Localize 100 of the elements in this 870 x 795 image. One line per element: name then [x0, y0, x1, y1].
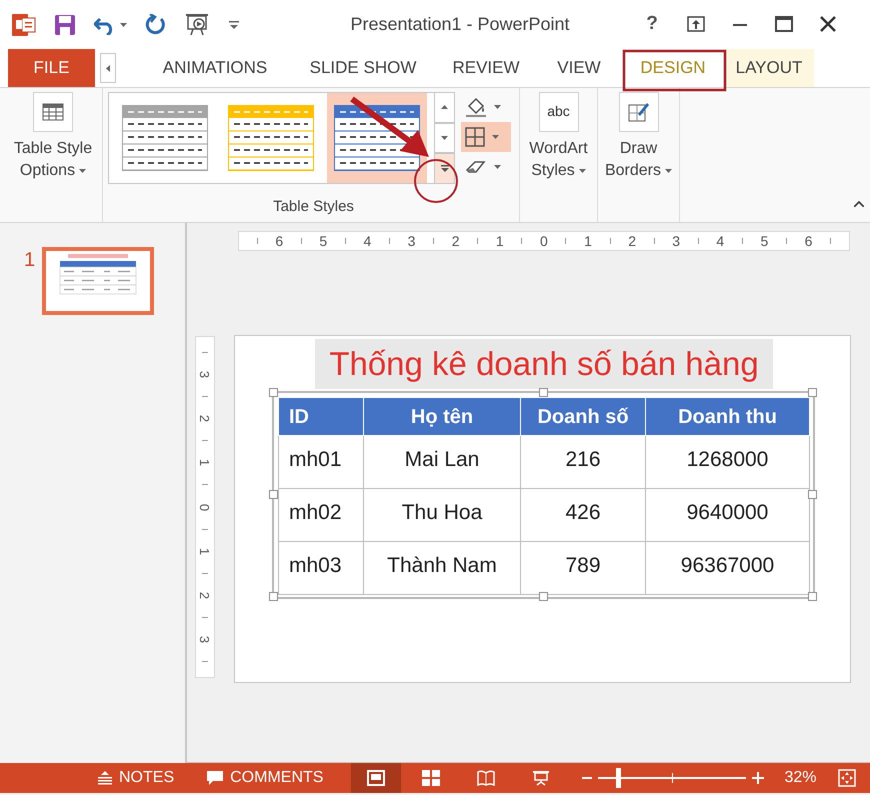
normal-view-icon [367, 770, 386, 786]
zoom-level: 32% [784, 768, 816, 788]
ruler-number: 4 [716, 234, 724, 248]
view-button[interactable] [351, 763, 402, 793]
column-header: Doanh thu [646, 398, 810, 436]
ruler-number: 3 [672, 234, 680, 248]
group-label: Table Styles [273, 196, 354, 216]
table-cell: mh03 [278, 542, 364, 594]
ruler-number: 0 [198, 503, 212, 511]
customize-icon[interactable] [229, 20, 239, 30]
table-cell: 1268000 [646, 436, 810, 488]
ruler-number: 0 [540, 234, 548, 248]
ruler-number: 3 [408, 234, 416, 248]
caret-icon [578, 169, 586, 174]
table-cell: 96367000 [646, 542, 810, 594]
caret-icon [79, 169, 86, 174]
zoom-in-icon[interactable] [752, 772, 764, 784]
resize-handle[interactable] [808, 592, 817, 601]
table-cell: mh01 [278, 436, 364, 488]
table-cell: mh02 [278, 488, 364, 542]
ruler-number: 1 [496, 234, 504, 248]
pen-grid-icon [628, 101, 650, 123]
table-cell: Thu Hoa [364, 488, 520, 542]
eraser-icon [465, 159, 487, 175]
ruler-number: 6 [804, 234, 812, 248]
caret-up-icon [441, 105, 448, 110]
resize-handle[interactable] [538, 388, 548, 397]
table-cell: Thành Nam [364, 542, 520, 594]
caret-icon [494, 105, 501, 109]
scroll-down-button[interactable] [435, 122, 455, 154]
expand-icon [440, 165, 448, 172]
column-header: Doanh số [520, 398, 646, 436]
maximize-icon[interactable] [775, 16, 793, 32]
table-cell: 426 [520, 488, 646, 542]
draw-borders-button[interactable]: Draw Borders [600, 88, 678, 183]
fit-to-window-icon[interactable] [838, 768, 856, 787]
ribbon-tab[interactable]: LAYOUT [724, 49, 814, 87]
file-tab[interactable]: FILE [8, 49, 95, 87]
ruler-number: 1 [198, 548, 212, 555]
slider-thumb[interactable] [616, 768, 621, 788]
table-cell: Mai Lan [364, 436, 520, 488]
resize-handle[interactable] [269, 592, 278, 601]
resize-handle[interactable] [269, 490, 278, 499]
borders-button[interactable] [461, 122, 511, 152]
wordart-styles-button[interactable]: abc WordArt Styles [522, 88, 594, 183]
table-cell: 9640000 [646, 488, 810, 542]
borders-icon [465, 127, 485, 147]
ruler-number: 6 [275, 234, 284, 248]
slide-sorter-icon [422, 770, 440, 786]
column-header: Họ tên [364, 398, 520, 436]
ruler-number: 1 [584, 234, 592, 248]
more-styles-button[interactable] [435, 153, 455, 184]
comments-button[interactable]: COMMENTS [206, 763, 324, 793]
caret-down-icon [441, 136, 448, 140]
table-icon [42, 103, 64, 121]
ruler-number: 5 [319, 234, 328, 248]
ruler-number: 2 [452, 234, 460, 248]
window-title: Presentation1 - PowerPoint [350, 14, 570, 34]
comment-icon [206, 770, 224, 786]
resize-handle[interactable] [538, 592, 548, 601]
ruler-number: 2 [198, 592, 212, 599]
resize-handle[interactable] [808, 388, 817, 397]
app-icon [12, 14, 36, 36]
table-cell: 216 [520, 436, 646, 488]
slide-thumbnail[interactable] [42, 247, 154, 315]
resize-handle[interactable] [269, 388, 278, 397]
reading-view-icon [477, 770, 496, 786]
annotation-circle [414, 159, 458, 203]
zoom-slider[interactable] [598, 768, 746, 788]
slide-number: 1 [24, 248, 36, 273]
ribbon-display-icon[interactable] [687, 16, 705, 32]
notes-button[interactable]: NOTES [97, 763, 174, 793]
slide-show-icon [532, 770, 550, 786]
help-button[interactable]: ? [630, 10, 674, 39]
ruler-number: 1 [198, 459, 212, 466]
table-style-options-button[interactable]: Table Style Options [6, 88, 100, 183]
caret-icon [494, 165, 501, 169]
notes-icon [97, 771, 113, 785]
resize-handle[interactable] [808, 490, 817, 499]
ruler-number: 2 [628, 234, 636, 248]
scroll-up-button[interactable] [435, 92, 455, 123]
save-icon[interactable] [54, 14, 76, 36]
column-header: ID [278, 398, 364, 436]
collapse-ribbon-icon[interactable] [854, 200, 864, 207]
ruler-number: 3 [198, 371, 212, 378]
close-icon[interactable] [819, 15, 837, 34]
slide-title: Thống kê doanh số bán hàng [315, 339, 773, 389]
caret-left-icon [106, 64, 110, 72]
caret-icon [665, 169, 672, 174]
ruler-number: 3 [198, 636, 212, 643]
ruler-number: 4 [364, 234, 372, 248]
redo-icon[interactable] [145, 14, 167, 36]
paint-bucket-icon [465, 97, 487, 117]
table-style-option[interactable] [327, 93, 427, 183]
caret-icon [492, 135, 499, 139]
ruler-number: 5 [760, 234, 768, 248]
caret-icon [120, 22, 127, 26]
scroll-left-button[interactable] [100, 53, 116, 83]
presentation-icon[interactable] [185, 12, 211, 36]
ruler-number: 2 [198, 415, 212, 422]
